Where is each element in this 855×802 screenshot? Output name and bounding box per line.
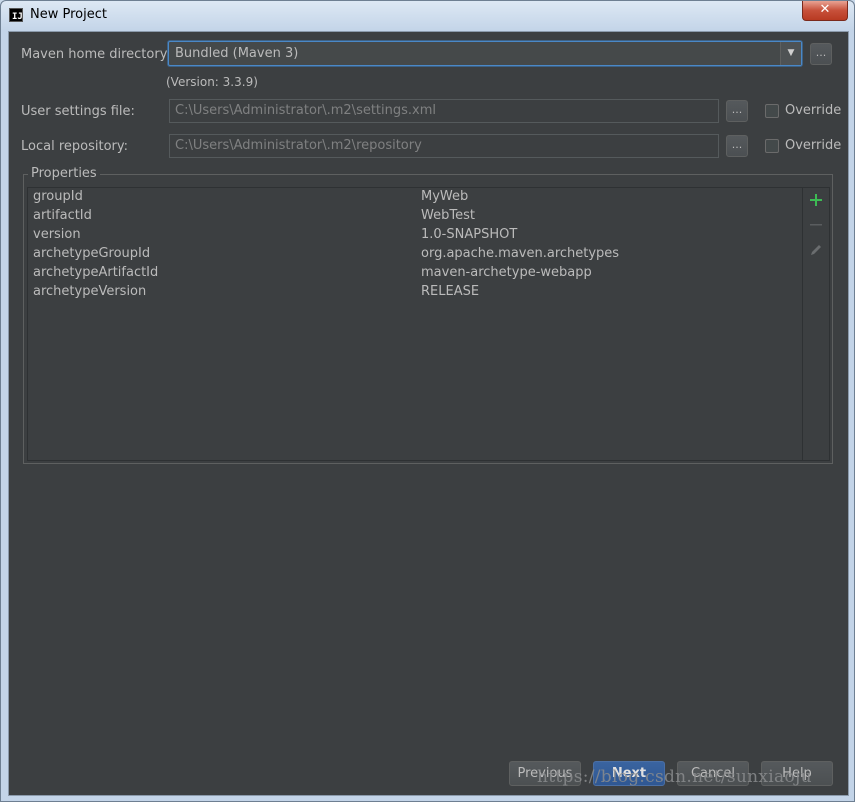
property-key: archetypeArtifactId bbox=[33, 265, 159, 280]
user-settings-label: User settings file: bbox=[21, 104, 135, 119]
local-repository-override-label[interactable]: Override bbox=[785, 138, 841, 153]
plus-icon[interactable] bbox=[809, 193, 823, 207]
maven-home-value: Bundled (Maven 3) bbox=[175, 46, 299, 61]
table-row[interactable]: archetypeGroupId org.apache.maven.archet… bbox=[28, 245, 802, 264]
chevron-down-icon[interactable]: ▼ bbox=[780, 42, 801, 65]
local-repository-browse-button[interactable]: ... bbox=[726, 135, 748, 157]
property-key: artifactId bbox=[33, 208, 92, 223]
pencil-icon[interactable] bbox=[809, 243, 823, 257]
property-value: MyWeb bbox=[421, 189, 469, 204]
property-value: org.apache.maven.archetypes bbox=[421, 246, 620, 261]
minus-icon[interactable] bbox=[809, 218, 823, 232]
user-settings-field[interactable]: C:\Users\Administrator\.m2\settings.xml bbox=[169, 99, 719, 123]
intellij-app-icon: IJ bbox=[9, 8, 23, 22]
maven-version-text: (Version: 3.3.9) bbox=[166, 75, 258, 89]
local-repository-label: Local repository: bbox=[21, 139, 128, 154]
table-row[interactable]: archetypeVersion RELEASE bbox=[28, 283, 802, 302]
title-bar[interactable]: IJ New Project ✕ bbox=[1, 1, 854, 31]
maven-home-browse-button[interactable]: ... bbox=[810, 43, 832, 65]
table-row[interactable]: groupId MyWeb bbox=[28, 188, 802, 207]
dialog-content: Maven home directory: Bundled (Maven 3) … bbox=[8, 31, 849, 796]
user-settings-override-checkbox[interactable] bbox=[765, 104, 779, 118]
property-key: groupId bbox=[33, 189, 83, 204]
user-settings-browse-button[interactable]: ... bbox=[726, 100, 748, 122]
watermark-url: https://blog.csdn.net/sunxiaoju bbox=[537, 767, 812, 787]
property-value: maven-archetype-webapp bbox=[421, 265, 592, 280]
maven-home-label: Maven home directory: bbox=[21, 47, 171, 62]
local-repository-override-checkbox[interactable] bbox=[765, 139, 779, 153]
close-button[interactable]: ✕ bbox=[802, 1, 848, 21]
property-value: RELEASE bbox=[421, 284, 480, 299]
property-key: version bbox=[33, 227, 81, 242]
table-row[interactable]: artifactId WebTest bbox=[28, 207, 802, 226]
property-key: archetypeGroupId bbox=[33, 246, 151, 261]
new-project-window: IJ New Project ✕ Maven home directory: B… bbox=[0, 0, 855, 802]
properties-toolbar bbox=[803, 187, 830, 461]
property-key: archetypeVersion bbox=[33, 284, 147, 299]
properties-title: Properties bbox=[28, 166, 100, 181]
table-row[interactable]: archetypeArtifactId maven-archetype-weba… bbox=[28, 264, 802, 283]
user-settings-override-label[interactable]: Override bbox=[785, 103, 841, 118]
table-row[interactable]: version 1.0-SNAPSHOT bbox=[28, 226, 802, 245]
window-title: New Project bbox=[30, 7, 107, 22]
local-repository-field[interactable]: C:\Users\Administrator\.m2\repository bbox=[169, 134, 719, 158]
property-value: 1.0-SNAPSHOT bbox=[421, 227, 518, 242]
maven-home-combo[interactable]: Bundled (Maven 3) ▼ bbox=[168, 41, 802, 66]
properties-table: groupId MyWeb artifactId WebTest version… bbox=[27, 187, 803, 461]
property-value: WebTest bbox=[421, 208, 475, 223]
